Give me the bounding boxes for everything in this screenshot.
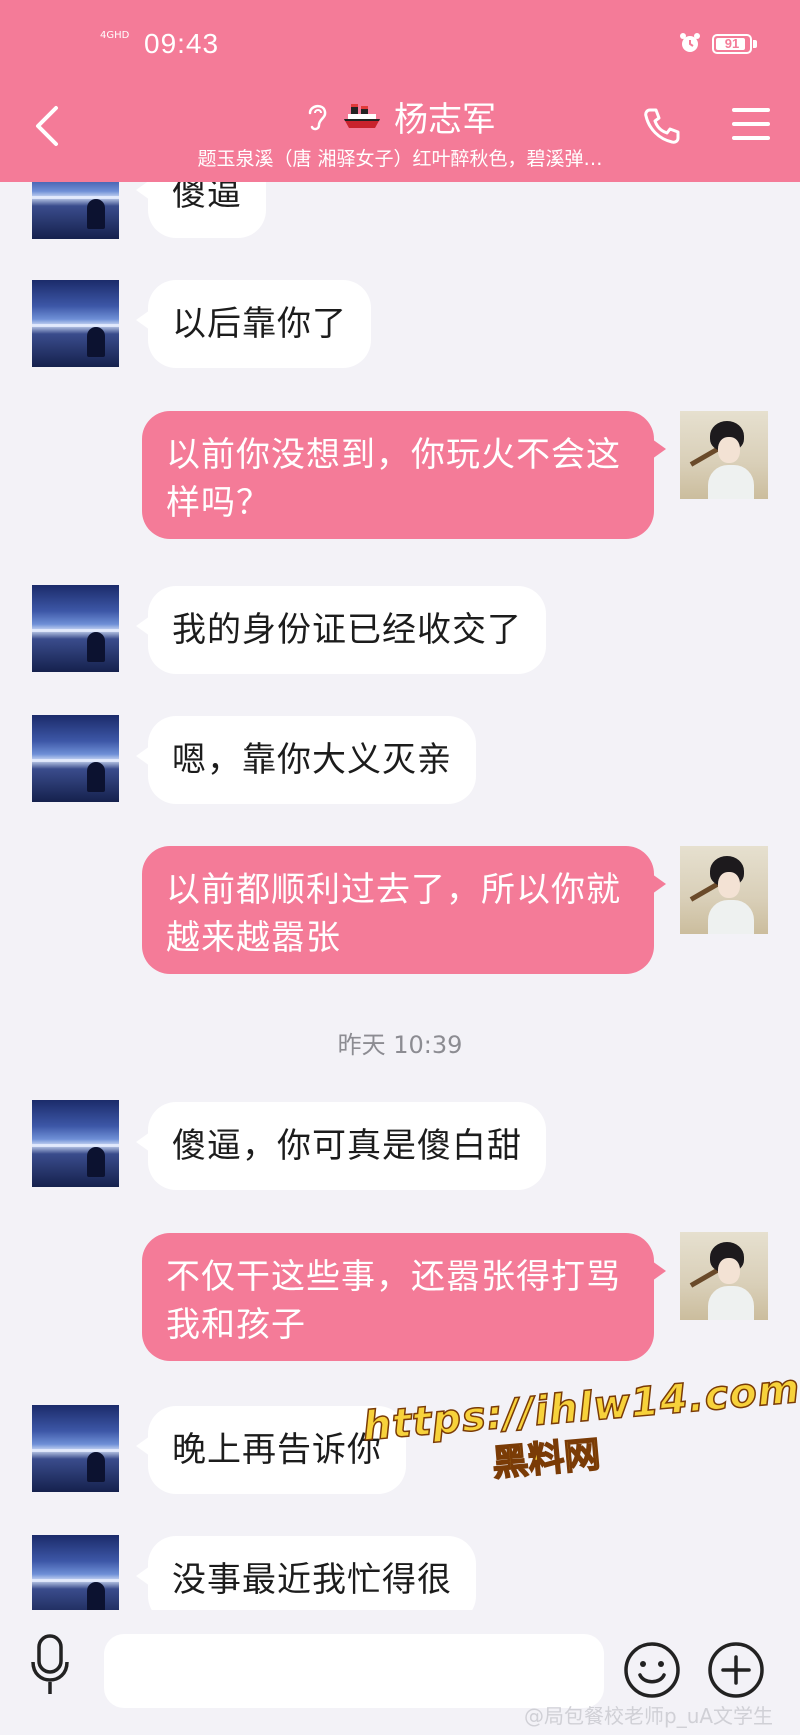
- message-bubble-received[interactable]: 傻逼，你可真是傻白甜: [136, 1102, 546, 1190]
- contact-avatar[interactable]: [32, 585, 119, 672]
- battery-cap: [753, 40, 757, 48]
- status-time: 09:43: [144, 28, 220, 59]
- message-bubble-received[interactable]: 我的身份证已经收交了: [136, 586, 546, 674]
- message-input[interactable]: [104, 1634, 604, 1708]
- battery-percent: 91: [724, 36, 740, 51]
- network-label: 4GHD: [100, 30, 130, 41]
- ship-icon: [344, 104, 380, 128]
- smile-icon[interactable]: [622, 1640, 682, 1700]
- user-avatar[interactable]: [680, 846, 768, 934]
- menu-icon[interactable]: [730, 104, 772, 144]
- time-divider: 昨天 10:39: [337, 1031, 463, 1059]
- phone-icon[interactable]: [640, 104, 684, 148]
- credit-watermark: @局包餐校老师p_uA文学生: [524, 1704, 774, 1728]
- chat-title-block[interactable]: 杨志军 题玉泉溪（唐 湘驿女子）红叶醉秋色，碧溪弹…: [150, 92, 650, 171]
- message-bubble-sent[interactable]: 以前都顺利过去了，所以你就越来越嚣张: [142, 846, 666, 974]
- contact-avatar[interactable]: [32, 715, 119, 802]
- chat-header: 4GHD 09:43 91 杨志军 题玉泉溪（唐 湘驿女子）红叶醉秋色，碧溪弹…: [0, 0, 800, 182]
- message-bubble-sent[interactable]: 以前你没想到，你玩火不会这样吗？: [142, 411, 666, 539]
- message-bubble-received[interactable]: 嗯，靠你大义灭亲: [136, 716, 476, 804]
- contact-avatar[interactable]: [32, 1100, 119, 1187]
- contact-avatar[interactable]: [32, 1405, 119, 1492]
- ear-icon: [308, 104, 327, 131]
- user-avatar[interactable]: [680, 411, 768, 499]
- contact-avatar[interactable]: [32, 280, 119, 367]
- back-arrow-icon[interactable]: [28, 104, 68, 148]
- contact-name: 杨志军: [394, 99, 496, 140]
- alarm-icon: [680, 33, 700, 52]
- plus-icon[interactable]: [706, 1640, 766, 1700]
- watermark-site: 黑料网: [490, 1434, 603, 1486]
- contact-signature: 题玉泉溪（唐 湘驿女子）红叶醉秋色，碧溪弹…: [197, 148, 603, 170]
- user-avatar[interactable]: [680, 1232, 768, 1320]
- contact-avatar[interactable]: [32, 1535, 119, 1622]
- network-indicator: 4GHD: [100, 30, 129, 41]
- message-bubble-received[interactable]: 以后靠你了: [136, 280, 371, 368]
- mic-icon[interactable]: [30, 1634, 70, 1696]
- message-bubble-sent[interactable]: 不仅干这些事，还嚣张得打骂我和孩子: [142, 1233, 666, 1361]
- battery-indicator: 91: [712, 34, 752, 54]
